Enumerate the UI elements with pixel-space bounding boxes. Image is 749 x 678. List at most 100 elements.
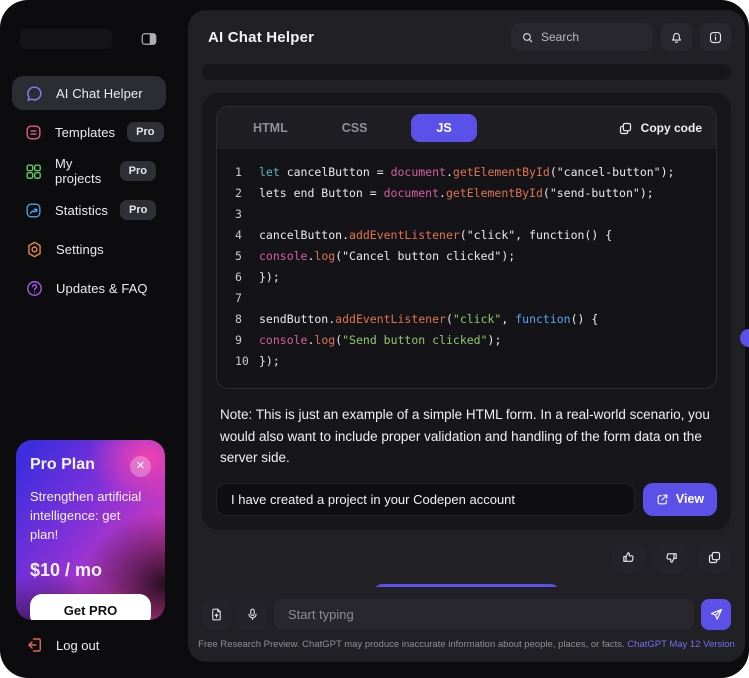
code-line: 6 }); xyxy=(217,267,704,288)
codepen-result-field[interactable]: I have created a project in your Codepen… xyxy=(216,483,635,516)
pro-badge: Pro xyxy=(120,200,156,220)
bell-icon xyxy=(669,30,684,45)
code-text: }); xyxy=(259,267,280,288)
code-tab-js[interactable]: JS xyxy=(411,114,476,142)
microphone-button[interactable] xyxy=(238,599,267,630)
logout-label: Log out xyxy=(56,638,99,653)
code-line: 1 let cancelButton = document.getElement… xyxy=(217,162,704,183)
microphone-icon xyxy=(245,607,260,622)
view-button[interactable]: View xyxy=(643,483,717,516)
line-number: 9 xyxy=(217,330,259,351)
sidebar-item-ai-chat-helper[interactable]: AI Chat Helper xyxy=(12,76,166,110)
search-icon xyxy=(521,31,534,44)
sidebar-toggle-button[interactable] xyxy=(136,28,162,50)
page-title: AI Chat Helper xyxy=(208,29,314,46)
line-number: 6 xyxy=(217,267,259,288)
sidebar-item-label: AI Chat Helper xyxy=(56,86,143,101)
assistant-note-text: Note: This is just an example of a simpl… xyxy=(220,404,713,469)
question-icon xyxy=(24,278,44,298)
code-text: }); xyxy=(259,351,280,372)
copy-icon xyxy=(618,121,633,136)
sidebar-item-label: Templates xyxy=(55,125,115,140)
code-text: lets end Button = document.getElementByI… xyxy=(259,183,654,204)
pro-badge: Pro xyxy=(127,122,163,142)
pro-plan-description: Strengthen artificial intelligence: get … xyxy=(30,487,151,544)
get-pro-button[interactable]: Get PRO xyxy=(30,594,151,620)
send-button[interactable] xyxy=(701,599,731,630)
thumbs-up-icon xyxy=(621,550,636,565)
codepen-result-text: I have created a project in your Codepen… xyxy=(231,492,515,507)
line-number: 10 xyxy=(217,351,259,372)
statistics-icon xyxy=(24,200,43,220)
thumbs-down-button[interactable] xyxy=(655,543,688,573)
main-header: AI Chat Helper xyxy=(188,10,745,58)
copy-code-button[interactable]: Copy code xyxy=(618,121,702,136)
code-tab-html[interactable]: HTML xyxy=(243,115,298,141)
code-text: cancelButton.addEventListener("click", f… xyxy=(259,225,612,246)
logout-button[interactable]: Log out xyxy=(18,632,107,658)
logout-icon xyxy=(26,636,44,654)
settings-icon xyxy=(24,239,44,259)
previous-message-partial xyxy=(202,64,731,80)
line-number: 4 xyxy=(217,225,259,246)
code-line: 5 console.log("Cancel button clicked"); xyxy=(217,246,704,267)
code-panel: HTML CSS JS Copy code 1 let can xyxy=(216,106,717,389)
sidebar-item-label: My projects xyxy=(55,156,108,186)
code-line: 2 lets end Button = document.getElementB… xyxy=(217,183,704,204)
thumbs-up-button[interactable] xyxy=(612,543,645,573)
send-icon xyxy=(709,607,724,622)
sidebar-toggle-icon xyxy=(139,30,159,48)
code-line: 10 }); xyxy=(217,351,704,372)
info-button[interactable] xyxy=(700,23,731,51)
code-line: 3 xyxy=(217,204,704,225)
version-link[interactable]: ChatGPT May 12 Version xyxy=(627,639,735,650)
code-text: console.log("Send button clicked"); xyxy=(259,330,501,351)
pro-badge: Pro xyxy=(120,161,156,181)
code-editor: 1 let cancelButton = document.getElement… xyxy=(217,149,716,388)
code-text: console.log("Cancel button clicked"); xyxy=(259,246,515,267)
external-link-icon xyxy=(656,493,669,506)
pro-plan-card: Pro Plan ✕ Strengthen artificial intelli… xyxy=(16,440,165,620)
pro-plan-close-button[interactable]: ✕ xyxy=(130,456,151,477)
close-icon: ✕ xyxy=(136,461,145,472)
chat-area: HTML CSS JS Copy code 1 let can xyxy=(188,58,745,587)
footer-disclaimer: Free Research Preview. ChatGPT may produ… xyxy=(188,630,745,662)
sidebar-item-label: Statistics xyxy=(55,203,108,218)
code-line: 9 console.log("Send button clicked"); xyxy=(217,330,704,351)
notifications-button[interactable] xyxy=(661,23,692,51)
copy-response-button[interactable] xyxy=(698,543,731,573)
line-number: 1 xyxy=(217,162,259,183)
pro-plan-title: Pro Plan xyxy=(30,456,95,474)
chat-icon xyxy=(24,83,44,103)
templates-icon xyxy=(24,122,43,142)
sidebar-item-updates-faq[interactable]: Updates & FAQ xyxy=(12,271,166,305)
line-number: 3 xyxy=(217,204,259,225)
code-tabs-bar: HTML CSS JS Copy code xyxy=(217,107,716,149)
sidebar-nav: AI Chat Helper Templates Pro My projects… xyxy=(12,76,166,305)
line-number: 5 xyxy=(217,246,259,267)
line-number: 2 xyxy=(217,183,259,204)
attach-file-button[interactable] xyxy=(202,599,231,630)
sidebar-item-templates[interactable]: Templates Pro xyxy=(12,115,166,149)
search-input[interactable] xyxy=(541,30,643,44)
line-number: 8 xyxy=(217,309,259,330)
sidebar-item-label: Updates & FAQ xyxy=(56,281,148,296)
message-input[interactable] xyxy=(274,599,694,630)
code-text: sendButton.addEventListener("click", fun… xyxy=(259,309,598,330)
composer xyxy=(188,587,745,630)
code-line: 7 xyxy=(217,288,704,309)
sidebar-item-statistics[interactable]: Statistics Pro xyxy=(12,193,166,227)
sidebar: AI Chat Helper Templates Pro My projects… xyxy=(0,0,178,678)
search-box[interactable] xyxy=(511,23,653,51)
line-number: 7 xyxy=(217,288,259,309)
disclaimer-text: Free Research Preview. ChatGPT may produ… xyxy=(198,639,627,650)
feedback-row xyxy=(202,543,731,573)
main-panel: AI Chat Helper xyxy=(188,10,745,662)
sidebar-item-settings[interactable]: Settings xyxy=(12,232,166,266)
app-frame: AI Chat Helper Templates Pro My projects… xyxy=(0,0,749,678)
sidebar-item-my-projects[interactable]: My projects Pro xyxy=(12,154,166,188)
pro-plan-price: $10 / mo xyxy=(30,560,151,581)
code-tab-css[interactable]: CSS xyxy=(332,115,378,141)
copy-icon xyxy=(707,550,722,565)
projects-icon xyxy=(24,161,43,181)
